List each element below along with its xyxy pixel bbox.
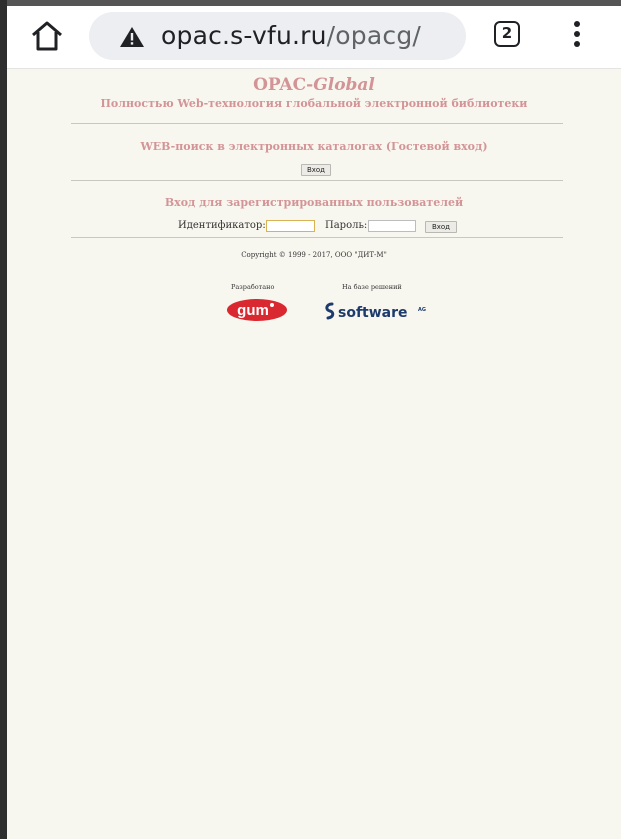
browser-toolbar: opac.s-vfu.ru/opacg/ 2 <box>7 6 621 69</box>
gum-logo-text: gum <box>237 302 269 319</box>
page-content: OPAC-Global Полностью Web-технология гло… <box>7 69 621 839</box>
title-italic: Global <box>313 75 375 95</box>
guest-search-heading: WEB-поиск в электронных каталогах (Госте… <box>140 140 488 153</box>
home-icon[interactable] <box>29 18 65 54</box>
warning-icon[interactable] <box>119 26 145 48</box>
identifier-label: Идентификатор: <box>178 220 266 231</box>
password-label: Пароль: <box>325 220 368 231</box>
login-form: Идентификатор: Пароль: Вход <box>7 220 621 234</box>
divider <box>71 237 563 238</box>
address-bar[interactable]: opac.s-vfu.ru/opacg/ <box>89 12 466 60</box>
divider <box>71 180 563 181</box>
title-plain: OPAC- <box>253 75 314 95</box>
page-title: OPAC-Global <box>7 75 621 95</box>
screen-edge <box>0 0 7 839</box>
page-subtitle: Полностью Web-технология глобальной элек… <box>100 97 528 110</box>
identifier-input[interactable] <box>266 220 315 232</box>
developed-by-label: Разработано <box>231 283 275 291</box>
based-on-label: На базе решений <box>342 283 402 291</box>
software-logo-suffix: AG <box>418 307 426 313</box>
url-path: /opacg/ <box>326 21 422 50</box>
tabs-icon[interactable]: 2 <box>494 21 520 47</box>
password-input[interactable] <box>368 220 416 232</box>
copyright-text: Copyright © 1999 - 2017, ООО "ДИТ-М" <box>241 251 387 259</box>
registered-login-heading: Вход для зарегистрированных пользователе… <box>164 196 464 209</box>
registered-login-button[interactable]: Вход <box>425 221 457 233</box>
url-domain: opac.s-vfu.ru <box>161 21 327 50</box>
gum-logo[interactable]: gum <box>226 298 288 322</box>
url-text[interactable]: opac.s-vfu.ru/opacg/ <box>161 21 421 50</box>
guest-login-button[interactable]: Вход <box>301 164 331 176</box>
software-logo-text: software <box>338 305 408 321</box>
divider <box>71 123 563 124</box>
more-menu-icon[interactable] <box>569 18 585 52</box>
software-ag-logo[interactable]: software AG <box>323 301 433 321</box>
